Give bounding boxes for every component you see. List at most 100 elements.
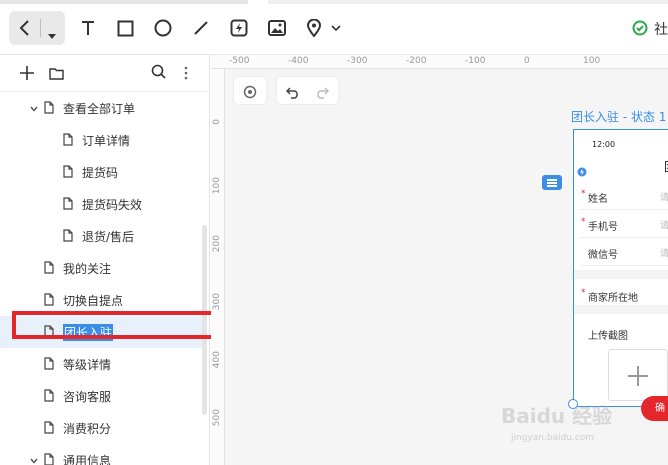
- sidebar-item-label: 消费积分: [63, 422, 112, 436]
- upload-plus-button[interactable]: [608, 349, 668, 401]
- back-button-group[interactable]: [9, 11, 65, 45]
- required-asterisk: *: [581, 189, 586, 199]
- ruler-tick-label: 500: [212, 409, 222, 427]
- design-canvas[interactable]: -500 -400 -300 -200 -100 0 100 0 100 200 300 400 50…: [211, 55, 668, 465]
- form-field-label: 商家所在地: [588, 293, 638, 304]
- history-control: [277, 77, 338, 104]
- status-text: 社: [654, 22, 668, 38]
- sidebar-item[interactable]: 通用信息: [0, 444, 205, 465]
- line-tool-icon[interactable]: [191, 11, 211, 45]
- page-document-icon: [63, 229, 73, 242]
- page-tree-panel: 查看全部订单 订单详情 提货码 提货码失效 退货/售后 我的关注 切换自提点 团长入驻 等级详情…: [0, 55, 210, 465]
- check-circle-icon: [632, 20, 648, 36]
- panel-toolbar: [0, 55, 209, 92]
- rectangle-tool-icon[interactable]: [115, 11, 135, 45]
- section-divider: [574, 305, 668, 314]
- ruler-tick-label: 300: [212, 293, 222, 311]
- page-document-icon: [63, 197, 73, 210]
- ruler-tick-label: 400: [212, 351, 222, 369]
- sidebar-item[interactable]: 查看全部订单: [0, 92, 205, 124]
- sidebar-item[interactable]: 退货/售后: [0, 220, 205, 252]
- sidebar-item[interactable]: 消费积分: [0, 412, 205, 444]
- form-field-row[interactable]: *姓名 请: [574, 184, 668, 210]
- comment-tag-icon[interactable]: [542, 175, 562, 190]
- artboard[interactable]: 12:00 团 *姓名请*手机号请微信号请*商家所在地 上传截图: [573, 129, 668, 407]
- back-arrow-icon[interactable]: [18, 20, 32, 40]
- pin-dropdown-icon[interactable]: [330, 11, 342, 45]
- page-document-icon: [44, 389, 54, 402]
- sidebar-item-label: 订单详情: [82, 134, 131, 148]
- ruler-tick-label: 100: [212, 177, 222, 195]
- form-field-placeholder[interactable]: 请: [660, 190, 668, 203]
- watermark-url: jingyan.baidu.com: [511, 433, 595, 443]
- sidebar-item-label: 查看全部订单: [63, 102, 136, 116]
- form-field-label: 姓名: [588, 194, 608, 205]
- ruler-tick-label: -500: [229, 56, 250, 66]
- screen-title: 团: [664, 158, 668, 175]
- ruler-tick-label: 100: [583, 56, 601, 66]
- ellipse-tool-icon[interactable]: [153, 11, 173, 45]
- sidebar-item[interactable]: 等级详情: [0, 348, 205, 380]
- sidebar-item[interactable]: 我的关注: [0, 252, 205, 284]
- location-pin-icon[interactable]: [304, 11, 324, 45]
- sidebar-item-label: 等级详情: [63, 358, 112, 372]
- watermark: Baidu 经验: [501, 404, 613, 428]
- ruler-tick-label: -400: [288, 56, 309, 66]
- sidebar-item[interactable]: 提货码失效: [0, 188, 205, 220]
- redo-icon[interactable]: [315, 84, 330, 103]
- interaction-tool-icon[interactable]: [229, 11, 249, 45]
- page-document-icon: [44, 453, 54, 465]
- sidebar-item[interactable]: 订单详情: [0, 124, 205, 156]
- expand-caret-icon[interactable]: [29, 103, 39, 113]
- page-document-icon: [44, 293, 54, 306]
- sidebar-item-label: 提货码: [82, 166, 119, 180]
- sidebar-item-label: 通用信息: [63, 454, 112, 465]
- form-field-row[interactable]: 微信号 请: [574, 240, 668, 266]
- vertical-ruler: 0 100 200 300 400 500: [211, 69, 225, 465]
- required-asterisk: *: [581, 288, 586, 298]
- ruler-tick-label: 0: [212, 119, 222, 125]
- ruler-tick-label: -100: [465, 56, 486, 66]
- page-document-icon: [44, 357, 54, 370]
- search-icon[interactable]: [151, 64, 166, 83]
- ruler-tick-label: -300: [347, 56, 368, 66]
- sidebar-item[interactable]: 提货码: [0, 156, 205, 188]
- page-document-icon: [44, 421, 54, 434]
- horizontal-ruler: -500 -400 -300 -200 -100 0 100: [211, 55, 668, 69]
- form-field-row[interactable]: *手机号 请: [574, 212, 668, 238]
- image-tool-icon[interactable]: [267, 11, 287, 45]
- sidebar-item[interactable]: 咨询客服: [0, 380, 205, 412]
- target-icon[interactable]: [243, 84, 257, 103]
- undo-icon[interactable]: [285, 84, 300, 103]
- lightning-icon: [577, 162, 587, 177]
- sidebar-item-label: 退货/售后: [82, 230, 135, 244]
- form-field-placeholder[interactable]: 请: [660, 218, 668, 231]
- page-document-icon: [63, 133, 73, 146]
- section-divider: [574, 270, 668, 279]
- more-options-icon[interactable]: [184, 65, 188, 84]
- form-field-label: 手机号: [588, 222, 618, 233]
- folder-icon[interactable]: [49, 65, 64, 84]
- highlight-annotation: [12, 311, 227, 339]
- sidebar-item-label: 我的关注: [63, 262, 112, 276]
- form-field-placeholder[interactable]: 请: [660, 246, 668, 259]
- ruler-tick-label: 0: [524, 56, 530, 66]
- page-document-icon: [44, 261, 54, 274]
- add-icon[interactable]: [20, 65, 34, 84]
- text-tool-icon[interactable]: [78, 11, 98, 45]
- top-toolbar: 社: [0, 0, 668, 55]
- submit-button[interactable]: 确: [641, 396, 668, 421]
- ruler-tick-label: -200: [406, 56, 427, 66]
- page-document-icon: [63, 165, 73, 178]
- form-field-label: 微信号: [588, 250, 618, 261]
- top-strip: [0, 0, 668, 4]
- chevron-down-icon[interactable]: [47, 25, 57, 44]
- upload-label: 上传截图: [588, 331, 628, 342]
- status-bar-time: 12:00: [592, 140, 616, 149]
- sidebar-item-label: 咨询客服: [63, 390, 112, 404]
- required-asterisk: *: [581, 217, 586, 227]
- target-control[interactable]: [234, 77, 266, 104]
- sidebar-item-label: 切换自提点: [63, 294, 124, 308]
- expand-caret-icon[interactable]: [29, 455, 39, 465]
- artboard-title[interactable]: 团长入驻 - 状态 1: [571, 108, 666, 125]
